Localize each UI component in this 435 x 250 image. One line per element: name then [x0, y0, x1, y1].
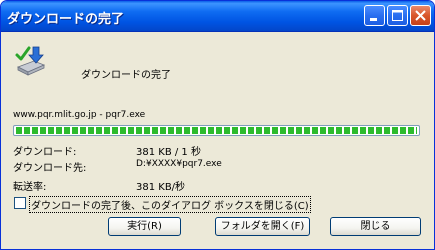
detail-label: 転送率: [13, 182, 47, 193]
progress-bar [13, 125, 420, 136]
title-bar[interactable]: ダウンロードの完了 [1, 1, 434, 32]
download-complete-dialog: ダウンロードの完了 ダウンロードの完了 www.pqr.mlit.go.jp -… [0, 0, 435, 250]
minimize-button[interactable] [364, 5, 385, 26]
maximize-button[interactable] [387, 5, 408, 26]
run-button[interactable]: 実行(R) [108, 217, 181, 236]
close-on-complete-checkbox[interactable] [14, 197, 26, 209]
detail-value: 381 KB/秒 [136, 182, 186, 193]
progress-fill [16, 127, 417, 134]
maximize-icon [392, 10, 403, 21]
open-folder-button[interactable]: フォルダを開く(F) [215, 217, 310, 236]
completion-heading: ダウンロードの完了 [81, 70, 171, 81]
download-source: www.pqr.mlit.go.jp - pqr7.exe [13, 110, 146, 120]
close-x-icon [415, 10, 426, 21]
minimize-icon [370, 18, 377, 21]
close-window-button[interactable] [410, 5, 431, 26]
close-on-complete-label[interactable]: ダウンロードの完了後、このダイアログ ボックスを閉じる(C) [29, 196, 311, 213]
close-button[interactable]: 閉じる [330, 217, 421, 236]
detail-value: 381 KB / 1 秒 [136, 147, 201, 158]
detail-label: ダウンロード先: [13, 163, 87, 174]
detail-label: ダウンロード: [13, 147, 77, 158]
download-complete-icon [15, 46, 46, 76]
window-title: ダウンロードの完了 [7, 12, 125, 27]
detail-value: D:¥XXXX¥pqr7.exe [136, 159, 222, 169]
dialog-body: ダウンロードの完了 www.pqr.mlit.go.jp - pqr7.exe … [1, 32, 434, 249]
